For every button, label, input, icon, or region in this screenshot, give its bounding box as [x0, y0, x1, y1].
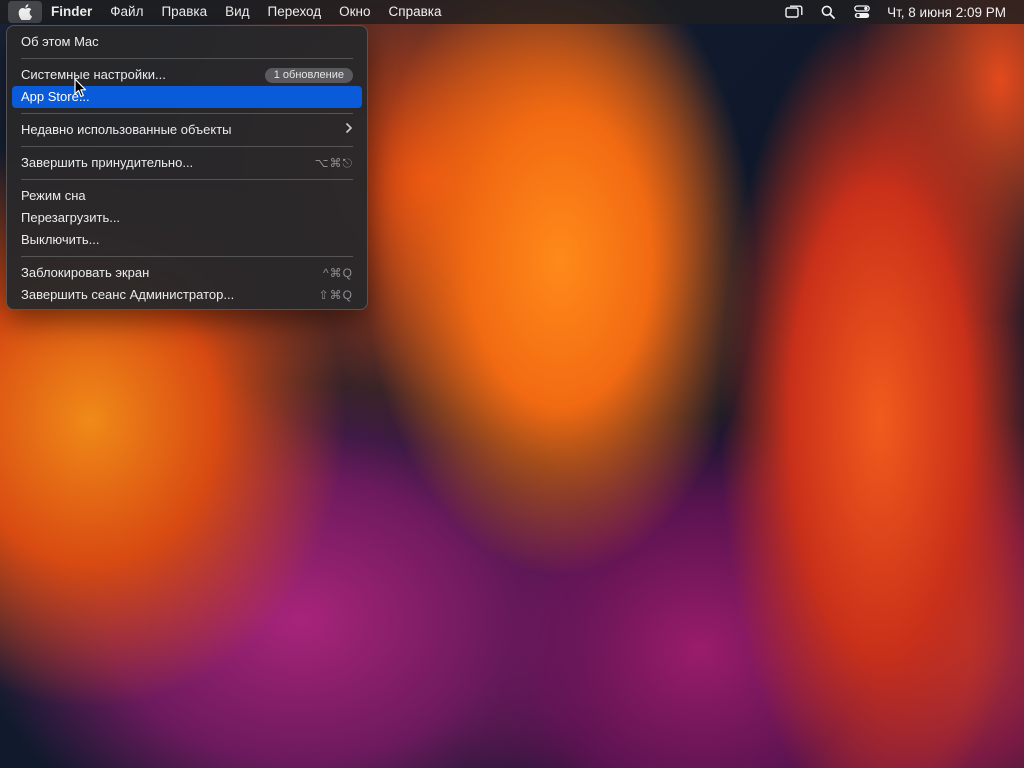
menu-item-label: Об этом Mac	[21, 34, 99, 49]
menu-item-label: Заблокировать экран	[21, 265, 150, 280]
menu-item-logout[interactable]: Завершить сеанс Администратор... ⇧⌘Q	[12, 284, 362, 306]
menu-separator	[21, 146, 353, 147]
menu-item-force-quit[interactable]: Завершить принудительно... ⌥⌘⎋	[12, 152, 362, 174]
menu-separator	[21, 256, 353, 257]
control-center-icon[interactable]	[845, 0, 879, 24]
menubar-clock[interactable]: Чт, 8 июня 2:09 PM	[879, 5, 1024, 20]
menu-item-restart[interactable]: Перезагрузить...	[12, 207, 362, 229]
menu-item-label: Системные настройки...	[21, 67, 166, 82]
menu-item-system-settings[interactable]: Системные настройки... 1 обновление	[12, 64, 362, 86]
keyboard-shortcut: ^⌘Q	[323, 266, 353, 280]
keyboard-shortcut: ⌥⌘⎋	[314, 156, 353, 170]
mouse-cursor-icon	[74, 78, 87, 98]
menu-help[interactable]: Справка	[380, 0, 451, 24]
menu-item-label: Перезагрузить...	[21, 210, 121, 225]
menu-item-label: Выключить...	[21, 232, 100, 247]
menu-item-sleep[interactable]: Режим сна	[12, 185, 362, 207]
search-icon[interactable]	[811, 0, 845, 24]
menu-window[interactable]: Окно	[330, 0, 379, 24]
menu-item-label: Завершить принудительно...	[21, 155, 194, 170]
menu-item-recent-items[interactable]: Недавно использованные объекты	[12, 119, 362, 141]
menu-separator	[21, 179, 353, 180]
menu-bar: Finder Файл Правка Вид Переход Окно Спра…	[0, 0, 1024, 24]
chevron-right-icon	[345, 119, 353, 141]
menu-edit[interactable]: Правка	[152, 0, 216, 24]
menu-separator	[21, 58, 353, 59]
menu-item-app-store[interactable]: App Store...	[12, 86, 362, 108]
apple-menu-button[interactable]	[8, 1, 42, 23]
apple-logo-icon	[18, 4, 32, 20]
menu-item-shutdown[interactable]: Выключить...	[12, 229, 362, 251]
menu-item-label: Недавно использованные объекты	[21, 122, 232, 137]
update-badge: 1 обновление	[264, 67, 353, 83]
menu-file[interactable]: Файл	[101, 0, 152, 24]
menu-separator	[21, 113, 353, 114]
screen-mirroring-icon[interactable]	[777, 0, 811, 24]
menu-item-label: Завершить сеанс Администратор...	[21, 287, 235, 302]
keyboard-shortcut: ⇧⌘Q	[318, 288, 353, 302]
menu-item-label: Режим сна	[21, 188, 86, 203]
menu-view[interactable]: Вид	[216, 0, 258, 24]
menu-go[interactable]: Переход	[259, 0, 331, 24]
menu-finder[interactable]: Finder	[42, 0, 101, 24]
apple-menu-dropdown: Об этом Mac Системные настройки... 1 обн…	[6, 25, 368, 310]
menubar-status-area: Чт, 8 июня 2:09 PM	[777, 0, 1024, 24]
menu-item-about-mac[interactable]: Об этом Mac	[12, 31, 362, 53]
menu-item-lock-screen[interactable]: Заблокировать экран ^⌘Q	[12, 262, 362, 284]
